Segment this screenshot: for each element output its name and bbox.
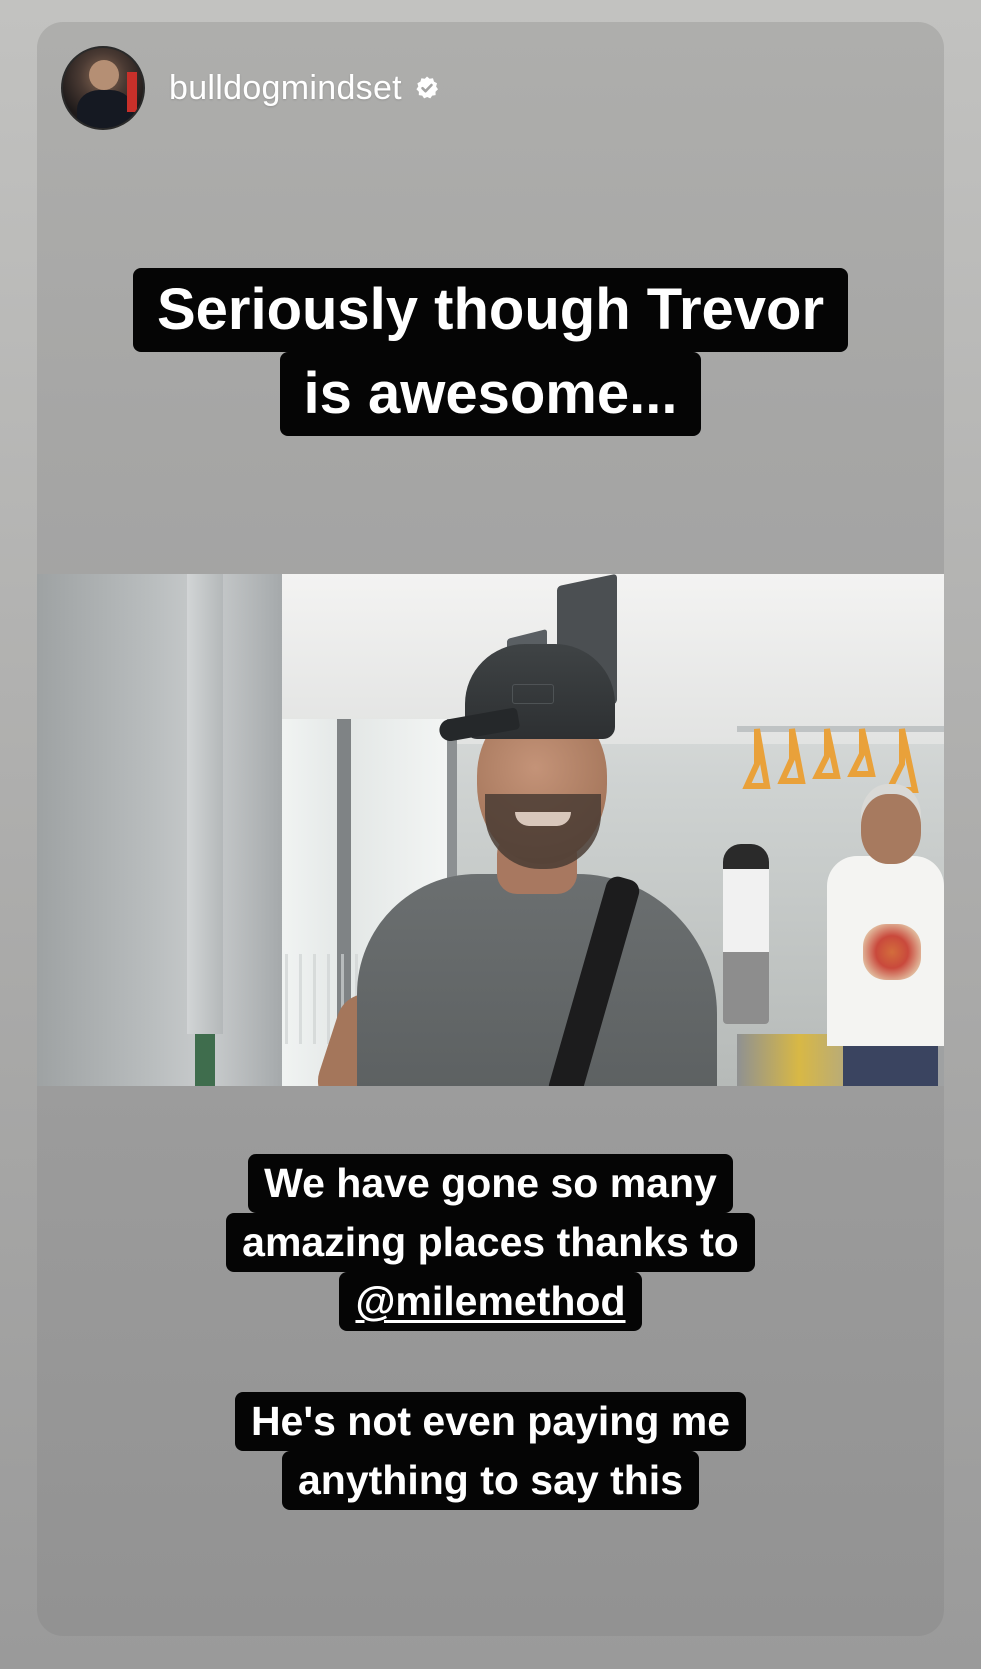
subject-tshirt — [357, 874, 717, 1086]
profile-avatar[interactable] — [61, 46, 145, 130]
story-photo[interactable] — [37, 574, 944, 1086]
passenger-legs — [843, 1046, 938, 1086]
main-subject — [310, 644, 747, 1086]
caption-bottom-line-1: He's not even paying me — [234, 1392, 747, 1451]
cap-logo — [512, 684, 554, 704]
subject-smile — [515, 812, 571, 826]
caption-middle: We have gone so many amazing places than… — [37, 1154, 944, 1331]
story-card[interactable]: bulldogmindset Seriously though Trevor i… — [37, 22, 944, 1636]
verified-badge-icon — [414, 75, 440, 101]
caption-bottom-line-2: anything to say this — [282, 1451, 699, 1510]
caption-middle-line-1: We have gone so many — [248, 1154, 733, 1213]
username-row[interactable]: bulldogmindset — [169, 69, 440, 108]
passenger-head — [861, 794, 921, 864]
train-pillar-edge — [187, 574, 223, 1034]
avatar-flag-detail — [127, 72, 137, 112]
story-header: bulldogmindset — [61, 45, 440, 131]
pillar-green-accent — [195, 1034, 215, 1086]
caption-middle-line-2: amazing places thanks to — [226, 1213, 755, 1272]
train-pillar — [37, 574, 282, 1086]
page: bulldogmindset Seriously though Trevor i… — [0, 0, 981, 1669]
username[interactable]: bulldogmindset — [169, 69, 402, 108]
passenger-shirt-print — [863, 924, 921, 980]
caption-bottom: He's not even paying me anything to say … — [37, 1392, 944, 1510]
passenger-right — [827, 794, 944, 1086]
caption-top-line-1: Seriously though Trevor — [132, 268, 849, 352]
caption-middle-line-3: @milemethod — [339, 1272, 642, 1331]
caption-top-line-2: is awesome... — [279, 352, 702, 436]
mention-link[interactable]: @milemethod — [355, 1278, 625, 1324]
caption-top: Seriously though Trevor is awesome... — [37, 268, 944, 436]
